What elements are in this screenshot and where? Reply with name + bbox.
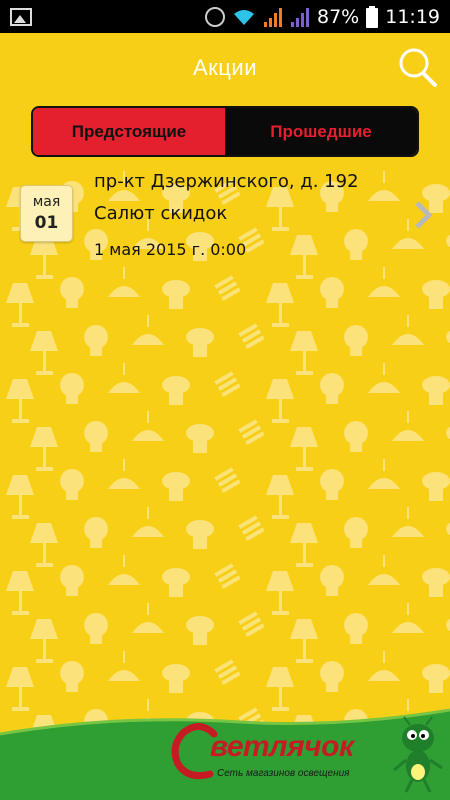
date-month: мая bbox=[32, 193, 61, 210]
status-bar: 87% 11:19 bbox=[0, 0, 450, 33]
gallery-icon bbox=[10, 7, 32, 26]
promotions-list: мая 01 пр-кт Дзержинского, д. 192 Салют … bbox=[0, 163, 450, 278]
brand-tagline: Сеть магазинов освещения bbox=[217, 768, 350, 779]
signal-icon-2 bbox=[290, 6, 310, 28]
brand-name: ветлячок bbox=[210, 730, 354, 763]
date-badge: мая 01 bbox=[20, 185, 73, 242]
tab-past[interactable]: Прошедшие bbox=[225, 108, 417, 155]
list-item[interactable]: мая 01 пр-кт Дзержинского, д. 192 Салют … bbox=[0, 163, 450, 278]
clock: 11:19 bbox=[385, 5, 440, 28]
app-header: Акции bbox=[0, 33, 450, 103]
promotion-title: Салют скидок bbox=[94, 203, 228, 224]
chevron-right-icon bbox=[415, 201, 432, 229]
search-icon bbox=[399, 48, 437, 87]
promotion-datetime: 1 мая 2015 г. 0:00 bbox=[94, 240, 247, 259]
battery-icon bbox=[366, 5, 379, 28]
signal-icon bbox=[263, 6, 283, 28]
alarm-icon bbox=[205, 6, 225, 27]
battery-percent: 87% bbox=[317, 5, 360, 28]
firefly-mascot-icon bbox=[393, 716, 443, 793]
page-title: Акции bbox=[193, 55, 257, 80]
tab-upcoming[interactable]: Предстоящие bbox=[33, 108, 225, 155]
wifi-icon bbox=[232, 7, 256, 27]
tab-switcher: Предстоящие Прошедшие bbox=[31, 106, 419, 157]
date-day: 01 bbox=[34, 212, 59, 233]
promotion-address: пр-кт Дзержинского, д. 192 bbox=[94, 171, 359, 192]
search-button[interactable] bbox=[398, 46, 438, 88]
